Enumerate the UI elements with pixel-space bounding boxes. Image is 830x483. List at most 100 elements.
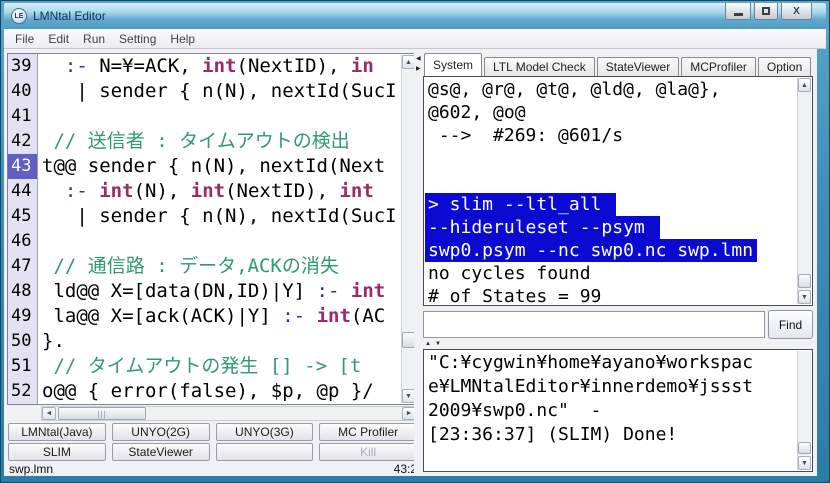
editor-line[interactable]: 52o@@ { error(false), $p, @p }/ xyxy=(8,379,416,404)
editor-line[interactable]: 39 :- N=¥=ACK, int(NextID), in xyxy=(8,54,416,79)
menu-item-file[interactable]: File xyxy=(8,30,41,48)
line-number: 39 xyxy=(8,54,38,79)
splitter-down-icon[interactable]: ▼ xyxy=(435,341,441,347)
output-scroll-thumb[interactable] xyxy=(798,442,811,454)
console-line: --hideruleset --psym xyxy=(425,216,660,239)
tab-option[interactable]: Option xyxy=(758,57,811,76)
code-text: }. xyxy=(38,329,416,354)
button-stateviewer[interactable]: StateViewer xyxy=(112,443,210,461)
line-number: 47 xyxy=(8,254,38,279)
output-log[interactable]: "C:¥cygwin¥home¥ayano¥workspace¥LMNtalEd… xyxy=(423,349,813,472)
console-line: swp0.psym --nc swp0.nc swp.lmn xyxy=(425,239,757,262)
editor-line[interactable]: 43t@@ sender { n(N), nextId(Next xyxy=(8,154,416,179)
splitter-up-icon[interactable]: ▲ xyxy=(425,341,431,347)
scroll-down-icon[interactable]: ▼ xyxy=(798,456,811,470)
output-line: 2009¥swp0.nc" - xyxy=(425,399,796,423)
line-number: 48 xyxy=(8,279,38,304)
code-text: la@@ X=[ack(ACK)|Y] :- int(AC xyxy=(38,304,416,329)
menu-item-help[interactable]: Help xyxy=(163,30,202,48)
tab-mcprofiler[interactable]: MCProfiler xyxy=(681,57,756,76)
code-text: t@@ sender { n(N), nextId(Next xyxy=(38,154,416,179)
close-button[interactable]: X xyxy=(781,3,812,20)
editor-line[interactable]: 49 la@@ X=[ack(ACK)|Y] :- int(AC xyxy=(8,304,416,329)
editor-line[interactable]: 51 // タイムアウトの発生 [] -> [t xyxy=(8,354,416,379)
minimize-button[interactable] xyxy=(725,3,751,20)
output-line: [23:36:37] (SLIM) Done! xyxy=(425,423,796,447)
editor-line[interactable]: 47 // 通信路 : データ,ACKの消失 xyxy=(8,254,416,279)
code-text: | sender { n(N), nextId(SucI xyxy=(38,79,416,104)
code-editor[interactable]: 39 :- N=¥=ACK, int(NextID), in40 | sende… xyxy=(7,53,417,405)
editor-line[interactable]: 44 :- int(N), int(NextID), int xyxy=(8,179,416,204)
code-text: :- N=¥=ACK, int(NextID), in xyxy=(38,54,416,79)
editor-line[interactable]: 46 xyxy=(8,229,416,254)
button-blank[interactable] xyxy=(216,443,314,461)
menu-item-run[interactable]: Run xyxy=(76,30,112,48)
button-lmntal-java-[interactable]: LMNtal(Java) xyxy=(8,423,106,441)
output-splitter[interactable]: ▲ ▼ xyxy=(425,340,441,348)
code-text: o@@ { error(false), $p, @p }/ xyxy=(38,379,416,404)
console-line: # of States = 99 xyxy=(425,285,796,304)
output-line: "C:¥cygwin¥home¥ayano¥workspac xyxy=(425,351,796,375)
button-kill: Kill xyxy=(319,443,417,461)
status-filename: swp.lmn xyxy=(9,462,53,476)
close-icon: X xyxy=(793,6,800,17)
tab-stateviewer[interactable]: StateViewer xyxy=(597,57,679,76)
app-window: LE LMNtal Editor X FileEditRunSettingHel… xyxy=(0,0,830,483)
code-text: | sender { n(N), nextId(SucI xyxy=(38,204,416,229)
line-number: 52 xyxy=(8,379,38,404)
scrollbar-corner xyxy=(7,406,41,421)
line-number: 49 xyxy=(8,304,38,329)
status-bar: swp.lmn 43:2 xyxy=(9,461,417,476)
button-slim[interactable]: SLIM xyxy=(8,443,106,461)
splitter-collapse-left-icon[interactable]: ◀ xyxy=(416,56,421,62)
button-mc-profiler[interactable]: MC Profiler xyxy=(319,423,417,441)
line-number: 41 xyxy=(8,104,38,129)
code-text xyxy=(38,104,416,129)
button-unyo-3g-[interactable]: UNYO(3G) xyxy=(216,423,314,441)
scroll-left-icon[interactable]: ◄ xyxy=(42,407,56,420)
output-vertical-scrollbar[interactable]: ▼ xyxy=(797,351,811,470)
editor-line[interactable]: 40 | sender { n(N), nextId(SucI xyxy=(8,79,416,104)
menu-item-setting[interactable]: Setting xyxy=(112,30,163,48)
line-number: 50 xyxy=(8,329,38,354)
editor-horizontal-scrollbar[interactable]: ◄ ||| ► xyxy=(7,406,417,421)
code-text: ld@@ X=[data(DN,ID)|Y] :- int xyxy=(38,279,416,304)
find-row: Find xyxy=(423,310,813,339)
editor-vertical-scrollbar[interactable]: ▲ ▼ xyxy=(401,55,415,403)
editor-line[interactable]: 42 // 送信者 : タイムアウトの検出 xyxy=(8,129,416,154)
line-number: 51 xyxy=(8,354,38,379)
line-number: 46 xyxy=(8,229,38,254)
title-bar[interactable]: LE LMNtal Editor X xyxy=(4,3,826,29)
menu-item-edit[interactable]: Edit xyxy=(41,30,76,48)
scroll-down-icon[interactable]: ▼ xyxy=(798,290,811,304)
editor-line[interactable]: 41 xyxy=(8,104,416,129)
console-vertical-scrollbar[interactable]: ▲ ▼ xyxy=(797,78,811,304)
tab-system[interactable]: System xyxy=(424,53,482,76)
console-line: > slim --ltl_all xyxy=(425,193,616,216)
console-line: @s@, @r@, @t@, @ld@, @la@}, xyxy=(425,78,796,101)
line-number: 44 xyxy=(8,179,38,204)
tab-ltl-model-check[interactable]: LTL Model Check xyxy=(484,57,595,76)
maximize-button[interactable] xyxy=(754,3,778,20)
console-scroll-thumb[interactable] xyxy=(798,274,811,288)
line-number: 42 xyxy=(8,129,38,154)
editor-pane: 39 :- N=¥=ACK, int(NextID), in40 | sende… xyxy=(4,49,421,476)
editor-line[interactable]: 48 ld@@ X=[data(DN,ID)|Y] :- int xyxy=(8,279,416,304)
editor-line[interactable]: 50}. xyxy=(8,329,416,354)
output-line: e¥LMNtalEditor¥innerdemo¥jssst xyxy=(425,375,796,399)
find-button[interactable]: Find xyxy=(768,310,813,339)
window-title: LMNtal Editor xyxy=(33,9,106,23)
find-input[interactable] xyxy=(423,311,765,338)
line-number: 40 xyxy=(8,79,38,104)
splitter-collapse-right-icon[interactable]: ▶ xyxy=(416,66,421,72)
system-console[interactable]: @s@, @r@, @t@, @ld@, @la@},@602, @o@ -->… xyxy=(423,76,813,306)
editor-line[interactable]: 45 | sender { n(N), nextId(SucI xyxy=(8,204,416,229)
code-text: // 通信路 : データ,ACKの消失 xyxy=(38,254,416,279)
scroll-up-icon[interactable]: ▲ xyxy=(798,78,811,92)
code-text: // 送信者 : タイムアウトの検出 xyxy=(38,129,416,154)
minimize-icon xyxy=(734,13,743,16)
button-unyo-2g-[interactable]: UNYO(2G) xyxy=(112,423,210,441)
code-text: // タイムアウトの発生 [] -> [t xyxy=(38,354,416,379)
maximize-icon xyxy=(762,7,770,15)
editor-hscroll-thumb[interactable]: ||| xyxy=(58,407,146,420)
